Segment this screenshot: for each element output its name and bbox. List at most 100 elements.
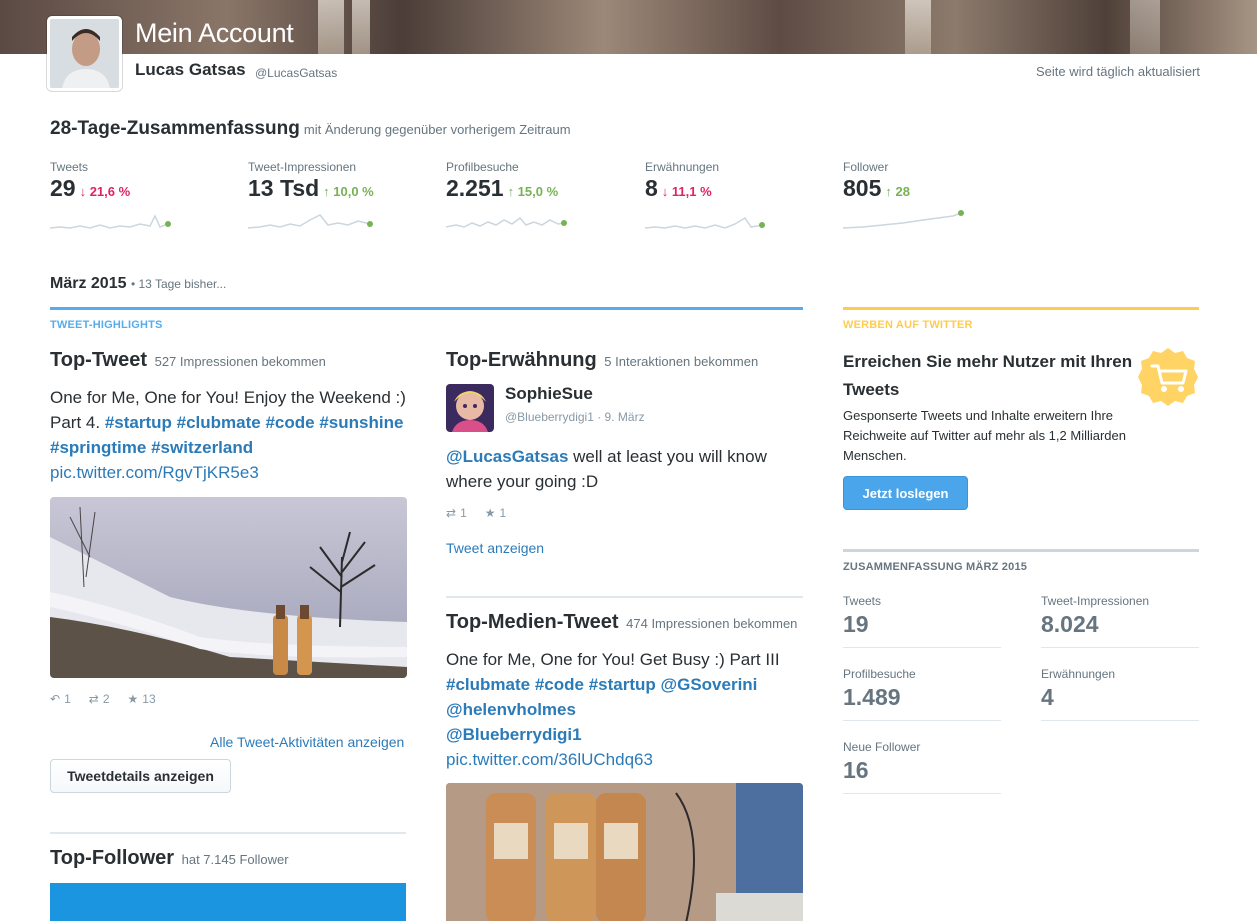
month-stat-impressions[interactable]: Tweet-Impressionen 8.024 [1041,594,1199,648]
sparkline-profile-visits [446,216,567,228]
highlights-label: TWEET-HIGHLIGHTS [50,319,163,331]
month-stat-value: 16 [843,757,869,783]
tweet-details-button[interactable]: Tweetdetails anzeigen [50,759,231,793]
cart-icon [1137,346,1199,408]
hashtag-link[interactable]: #clubmate [446,675,530,694]
stat-change: ↑ 28 [885,184,910,199]
hashtag-link[interactable]: #startup [105,413,172,432]
stat-label: Profilbesuche [446,160,519,174]
view-tweet-link[interactable]: Tweet anzeigen [446,540,544,556]
hashtag-link[interactable]: #code [535,675,584,694]
stat-value-row: 13 Tsd ↑ 10,0 % [248,175,378,202]
month-stat-label: Tweet-Impressionen [1041,594,1150,608]
stat-value-row: 29 ↓ 21,6 % [50,175,180,202]
top-follower-heading: Top-Follower [50,847,175,869]
stat-change: ↑ 10,0 % [323,184,374,199]
favorite-count-value: 13 [142,692,156,706]
ad-label: WERBEN AUF TWITTER [843,319,973,331]
top-mention-heading: Top-Erwähnung [446,349,597,371]
all-activity-link[interactable]: Alle Tweet-Aktivitäten anzeigen [210,734,404,750]
stat-label: Erwähnungen [645,160,720,174]
top-follower-title: Top-Follower hat 7.145 Follower [50,847,289,870]
mention-text: @LucasGatsas well at least you will know… [446,444,796,494]
month-stat-label: Tweets [843,594,882,608]
month-stat-profile-visits[interactable]: Profilbesuche 1.489 [843,667,1001,721]
stat-label: Tweets [50,160,89,174]
tweet-media-link[interactable]: pic.twitter.com/36lUChdq63 [446,750,653,769]
star-icon: ★ [127,692,139,706]
stat-change: ↑ 15,0 % [507,184,559,199]
divider [50,832,406,834]
stat-value: 805 [843,175,882,201]
stat-change: ↓ 21,6 % [79,184,131,199]
mention-name[interactable]: SophieSue [505,384,593,404]
sparkline-tweets [50,214,171,229]
retweet-icon: ⇄ [446,506,457,520]
favorite-count[interactable]: ★ 1 [485,506,506,520]
stat-value: 8 [645,175,658,201]
stat-label: Follower [843,160,889,174]
hashtag-link[interactable]: #code [265,413,314,432]
month-stat-value: 19 [843,611,869,637]
top-mention-subtitle: 5 Interaktionen bekommen [604,354,759,369]
mention-avatar[interactable] [446,384,494,432]
top-media-photo[interactable] [446,783,803,921]
stat-value: 2.251 [446,175,504,201]
favorite-count[interactable]: ★ 13 [128,692,156,706]
tweet-media-link[interactable]: pic.twitter.com/RgvTjKR5e3 [50,463,259,482]
retweet-count-value: 2 [102,692,110,706]
month-stat-mentions[interactable]: Erwähnungen 4 [1041,667,1199,721]
divider [446,596,803,598]
retweet-count[interactable]: ⇄ 2 [89,692,110,706]
stat-value-row: 8 ↓ 11,1 % [645,175,775,202]
stat-followers[interactable]: Follower 805 ↑ 28 [843,160,973,229]
mention-link[interactable]: @GSoverini [661,675,758,694]
top-tweet-text: One for Me, One for You! Enjoy the Weeke… [50,385,410,485]
reply-icon: ↶ [50,692,61,706]
month-stat-new-followers[interactable]: Neue Follower 16 [843,740,1001,794]
month-heading: März 2015 [50,275,127,292]
mention-handle: @Blueberrydigi1 · 9. März [505,410,645,424]
update-note: Seite wird täglich aktualisiert [1035,64,1200,79]
get-started-button[interactable]: Jetzt loslegen [843,476,968,510]
stat-mentions[interactable]: Erwähnungen 8 ↓ 11,1 % [645,160,775,229]
top-media-title: Top-Medien-Tweet 474 Impressionen bekomm… [446,611,797,634]
user-handle: @LucasGatsas [255,66,338,80]
top-tweet-subtitle: 527 Impressionen bekommen [154,354,326,369]
hashtag-link[interactable]: #springtime [50,438,146,457]
mention-link[interactable]: @Blueberrydigi1 [446,725,582,744]
stat-label: Tweet-Impressionen [248,160,357,174]
month-stat-value: 4 [1041,684,1054,710]
tweet-body: One for Me, One for You! Get Busy :) Par… [446,650,780,669]
top-mention-title: Top-Erwähnung 5 Interaktionen bekommen [446,349,758,372]
month-stat-tweets[interactable]: Tweets 19 [843,594,1001,648]
month-subtitle: • 13 Tage bisher... [130,277,227,291]
reply-count[interactable]: ↶ 1 [50,692,71,706]
stat-impressions[interactable]: Tweet-Impressionen 13 Tsd ↑ 10,0 % [248,160,378,229]
retweet-count[interactable]: ⇄ 1 [446,506,467,520]
stat-value: 13 Tsd [248,175,320,201]
hashtag-link[interactable]: #clubmate [177,413,261,432]
retweet-count-value: 1 [460,506,467,520]
hashtag-link[interactable]: #startup [589,675,656,694]
user-name[interactable]: Lucas Gatsas [135,60,246,80]
avatar[interactable] [47,16,122,91]
top-follower-card[interactable] [50,883,406,921]
mention-actions: ⇄ 1 ★ 1 [446,506,506,520]
favorite-count-value: 1 [499,506,507,520]
page-title: Mein Account [135,18,294,48]
hashtag-link[interactable]: #sunshine [319,413,403,432]
hashtag-link[interactable]: #switzerland [151,438,253,457]
ad-rule [843,307,1199,310]
month-summary-label: ZUSAMMENFASSUNG MÄRZ 2015 [843,561,1028,573]
top-tweet-photo[interactable] [50,497,407,678]
mention-link[interactable]: @helenvholmes [446,700,576,719]
month-summary-rule [843,549,1199,552]
top-tweet-title: Top-Tweet 527 Impressionen bekommen [50,349,326,372]
ad-text: Gesponserte Tweets und Inhalte erweitern… [843,408,1126,463]
stat-profile-visits[interactable]: Profilbesuche 2.251 ↑ 15,0 % [446,160,576,228]
mention-link[interactable]: @LucasGatsas [446,447,568,466]
stat-tweets[interactable]: Tweets 29 ↓ 21,6 % [50,160,180,229]
star-icon: ★ [484,506,496,520]
month-stat-label: Erwähnungen [1041,667,1116,681]
